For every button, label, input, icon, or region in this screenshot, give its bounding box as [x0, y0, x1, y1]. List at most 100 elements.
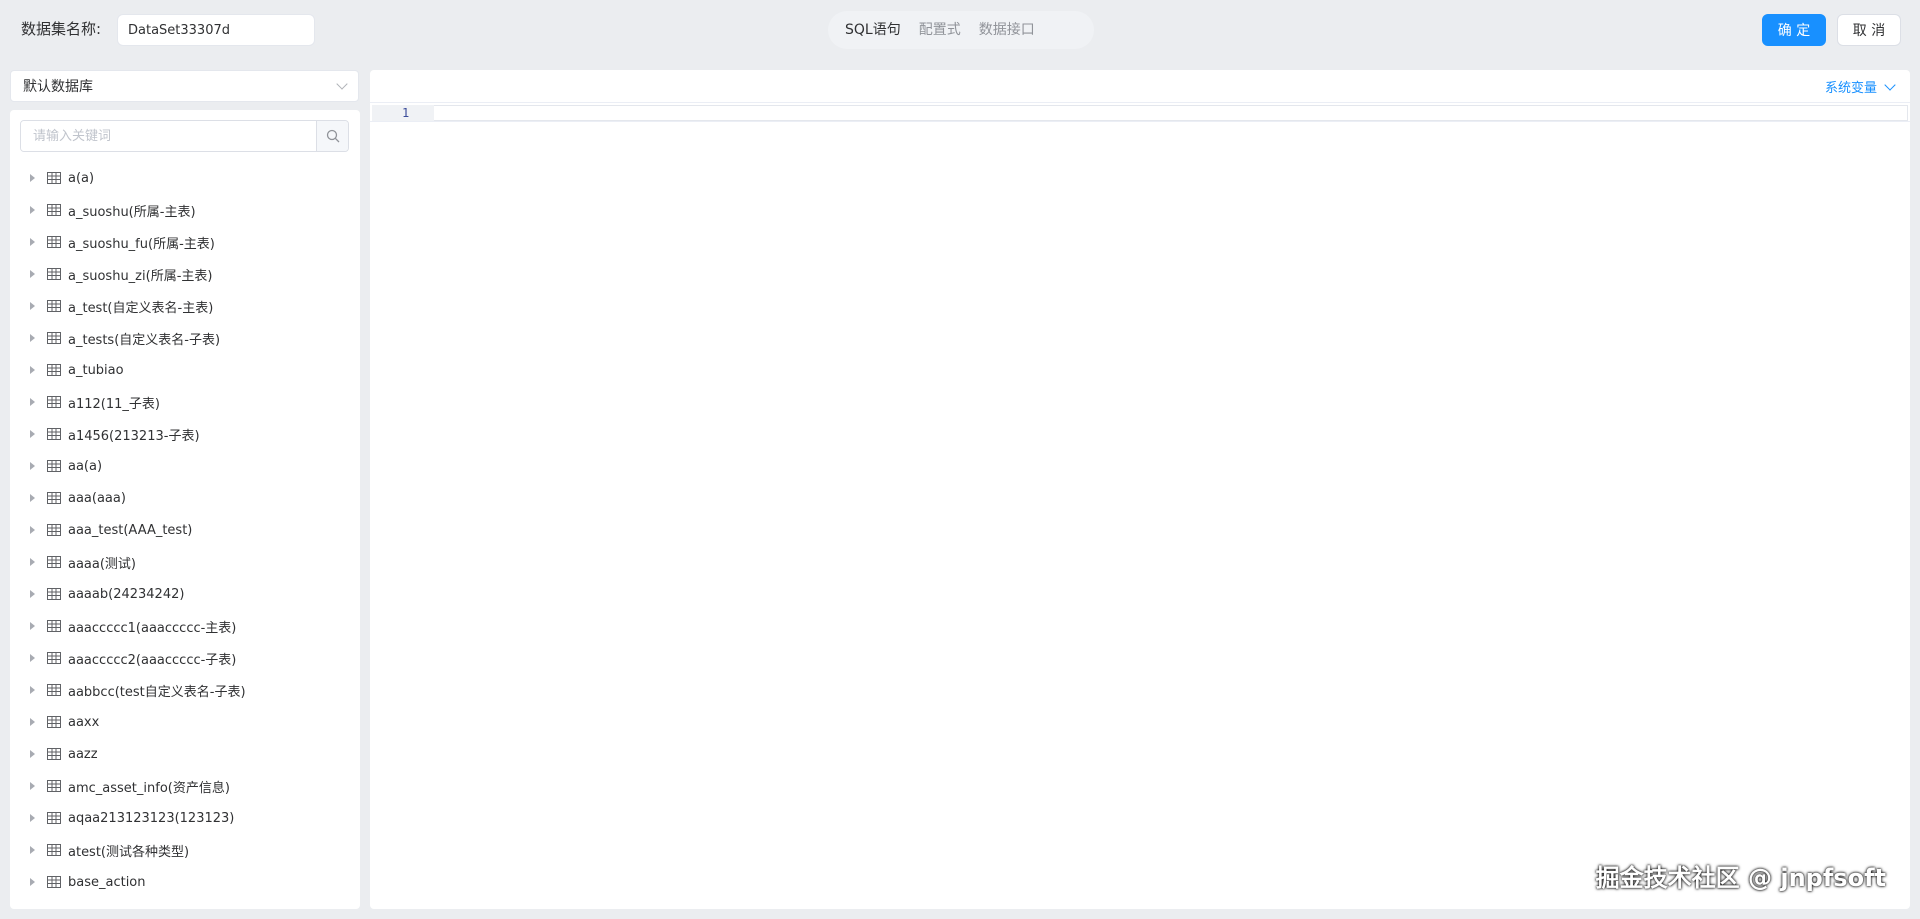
line-separator	[370, 121, 1910, 122]
cancel-button[interactable]: 取 消	[1837, 14, 1901, 46]
chevron-down-icon	[1884, 78, 1896, 91]
tree-item[interactable]: aa(a)	[10, 450, 360, 482]
caret-right-icon[interactable]	[30, 238, 35, 246]
dataset-name-input[interactable]	[117, 14, 315, 46]
tree-item[interactable]: amc_asset_info(资产信息)	[10, 770, 360, 802]
caret-right-icon[interactable]	[30, 398, 35, 406]
tree-item[interactable]: a_tubiao	[10, 354, 360, 386]
caret-right-icon[interactable]	[30, 206, 35, 214]
system-variables-label: 系统变量	[1824, 81, 1877, 96]
chevron-down-icon	[336, 78, 348, 90]
tab-sql[interactable]: SQL语句	[836, 11, 910, 49]
tree-item[interactable]: a1456(213213-子表)	[10, 418, 360, 450]
table-icon	[47, 651, 61, 665]
tree-item[interactable]: aabbcc(test自定义表名-子表)	[10, 674, 360, 706]
tab-config[interactable]: 配置式	[910, 11, 970, 49]
tree-item[interactable]: a_suoshu_zi(所属-主表)	[10, 258, 360, 290]
table-icon	[47, 395, 61, 409]
tree-item[interactable]: aaa(aaa)	[10, 482, 360, 514]
table-icon	[47, 427, 61, 441]
table-search-input[interactable]	[21, 121, 316, 151]
table-icon	[47, 203, 61, 217]
sql-code-editor[interactable]: 1	[370, 103, 1910, 909]
caret-right-icon[interactable]	[30, 622, 35, 630]
search-icon	[326, 129, 339, 143]
caret-right-icon[interactable]	[30, 302, 35, 310]
caret-right-icon[interactable]	[30, 654, 35, 662]
table-icon	[47, 363, 61, 377]
editor-toolbar: 系统变量	[370, 70, 1910, 103]
tree-item-label: aabbcc(test自定义表名-子表)	[68, 684, 246, 700]
sql-editor-panel: 系统变量 1 掘金技术社区 @ jnpfsoft	[370, 70, 1910, 909]
tree-item-label: a_test(自定义表名-主表)	[68, 300, 214, 316]
tree-item[interactable]: aaa_test(AAA_test)	[10, 514, 360, 546]
caret-right-icon[interactable]	[30, 558, 35, 566]
tree-item-label: aaa(aaa)	[68, 490, 126, 506]
tree-item[interactable]: a_suoshu(所属-主表)	[10, 194, 360, 226]
caret-right-icon[interactable]	[30, 814, 35, 822]
tree-item[interactable]: a_test(自定义表名-主表)	[10, 290, 360, 322]
tab-data-interface[interactable]: 数据接口	[970, 11, 1044, 49]
system-variables-dropdown[interactable]: 系统变量	[1824, 77, 1896, 96]
tree-item[interactable]: a(a)	[10, 162, 360, 194]
database-select-value: 默认数据库	[23, 79, 93, 95]
active-line-highlight	[434, 105, 1908, 121]
table-icon	[47, 587, 61, 601]
table-icon	[47, 875, 61, 889]
caret-right-icon[interactable]	[30, 366, 35, 374]
tree-item[interactable]: aazz	[10, 738, 360, 770]
tree-item-label: aaaab(24234242)	[68, 586, 185, 602]
tree-item-label: aaaa(测试)	[68, 556, 137, 572]
tree-item[interactable]: base_action	[10, 866, 360, 898]
tree-item[interactable]: aaaa(测试)	[10, 546, 360, 578]
tree-item-label: a_suoshu(所属-主表)	[68, 204, 196, 220]
tree-item-label: a_suoshu_fu(所属-主表)	[68, 236, 215, 252]
tree-item-label: base_action	[68, 874, 146, 890]
table-icon	[47, 843, 61, 857]
tree-item-label: a1456(213213-子表)	[68, 428, 200, 444]
tree-item-label: a112(11_子表)	[68, 396, 160, 412]
tree-item-label: aaaccccc1(aaaccccc-主表)	[68, 620, 237, 636]
dataset-name-label: 数据集名称:	[21, 20, 102, 38]
caret-right-icon[interactable]	[30, 334, 35, 342]
caret-right-icon[interactable]	[30, 686, 35, 694]
table-tree-panel: a(a) a_suoshu(所属-主表) a_suoshu_fu(所属-主表) a_s…	[10, 110, 360, 909]
caret-right-icon[interactable]	[30, 174, 35, 182]
caret-right-icon[interactable]	[30, 750, 35, 758]
tree-item[interactable]: aaxx	[10, 706, 360, 738]
caret-right-icon[interactable]	[30, 782, 35, 790]
caret-right-icon[interactable]	[30, 270, 35, 278]
tree-item[interactable]: a_tests(自定义表名-子表)	[10, 322, 360, 354]
line-number: 1	[402, 106, 410, 120]
caret-right-icon[interactable]	[30, 590, 35, 598]
tree-item[interactable]: aaaab(24234242)	[10, 578, 360, 610]
caret-right-icon[interactable]	[30, 462, 35, 470]
caret-right-icon[interactable]	[30, 846, 35, 854]
table-icon	[47, 683, 61, 697]
table-icon	[47, 523, 61, 537]
caret-right-icon[interactable]	[30, 526, 35, 534]
database-select[interactable]: 默认数据库	[10, 70, 359, 102]
tree-item[interactable]: aaaccccc1(aaaccccc-主表)	[10, 610, 360, 642]
tree-item[interactable]: atest(测试各种类型)	[10, 834, 360, 866]
tree-item-label: a_tubiao	[68, 362, 124, 378]
table-icon	[47, 459, 61, 473]
table-tree: a(a) a_suoshu(所属-主表) a_suoshu_fu(所属-主表) a_s…	[10, 162, 360, 898]
tree-item[interactable]: a112(11_子表)	[10, 386, 360, 418]
tree-item[interactable]: aqaa213123123(123123)	[10, 802, 360, 834]
search-button[interactable]	[316, 121, 348, 151]
tree-item-label: a_tests(自定义表名-子表)	[68, 332, 221, 348]
caret-right-icon[interactable]	[30, 494, 35, 502]
confirm-button[interactable]: 确 定	[1762, 14, 1826, 46]
tree-item[interactable]: aaaccccc2(aaaccccc-子表)	[10, 642, 360, 674]
table-icon	[47, 555, 61, 569]
tree-item-label: aaxx	[68, 714, 100, 730]
tree-item[interactable]: a_suoshu_fu(所属-主表)	[10, 226, 360, 258]
table-icon	[47, 811, 61, 825]
watermark: 掘金技术社区 @ jnpfsoft	[1595, 864, 1886, 892]
table-icon	[47, 715, 61, 729]
caret-right-icon[interactable]	[30, 878, 35, 886]
caret-right-icon[interactable]	[30, 718, 35, 726]
tree-item-label: aqaa213123123(123123)	[68, 810, 235, 826]
caret-right-icon[interactable]	[30, 430, 35, 438]
